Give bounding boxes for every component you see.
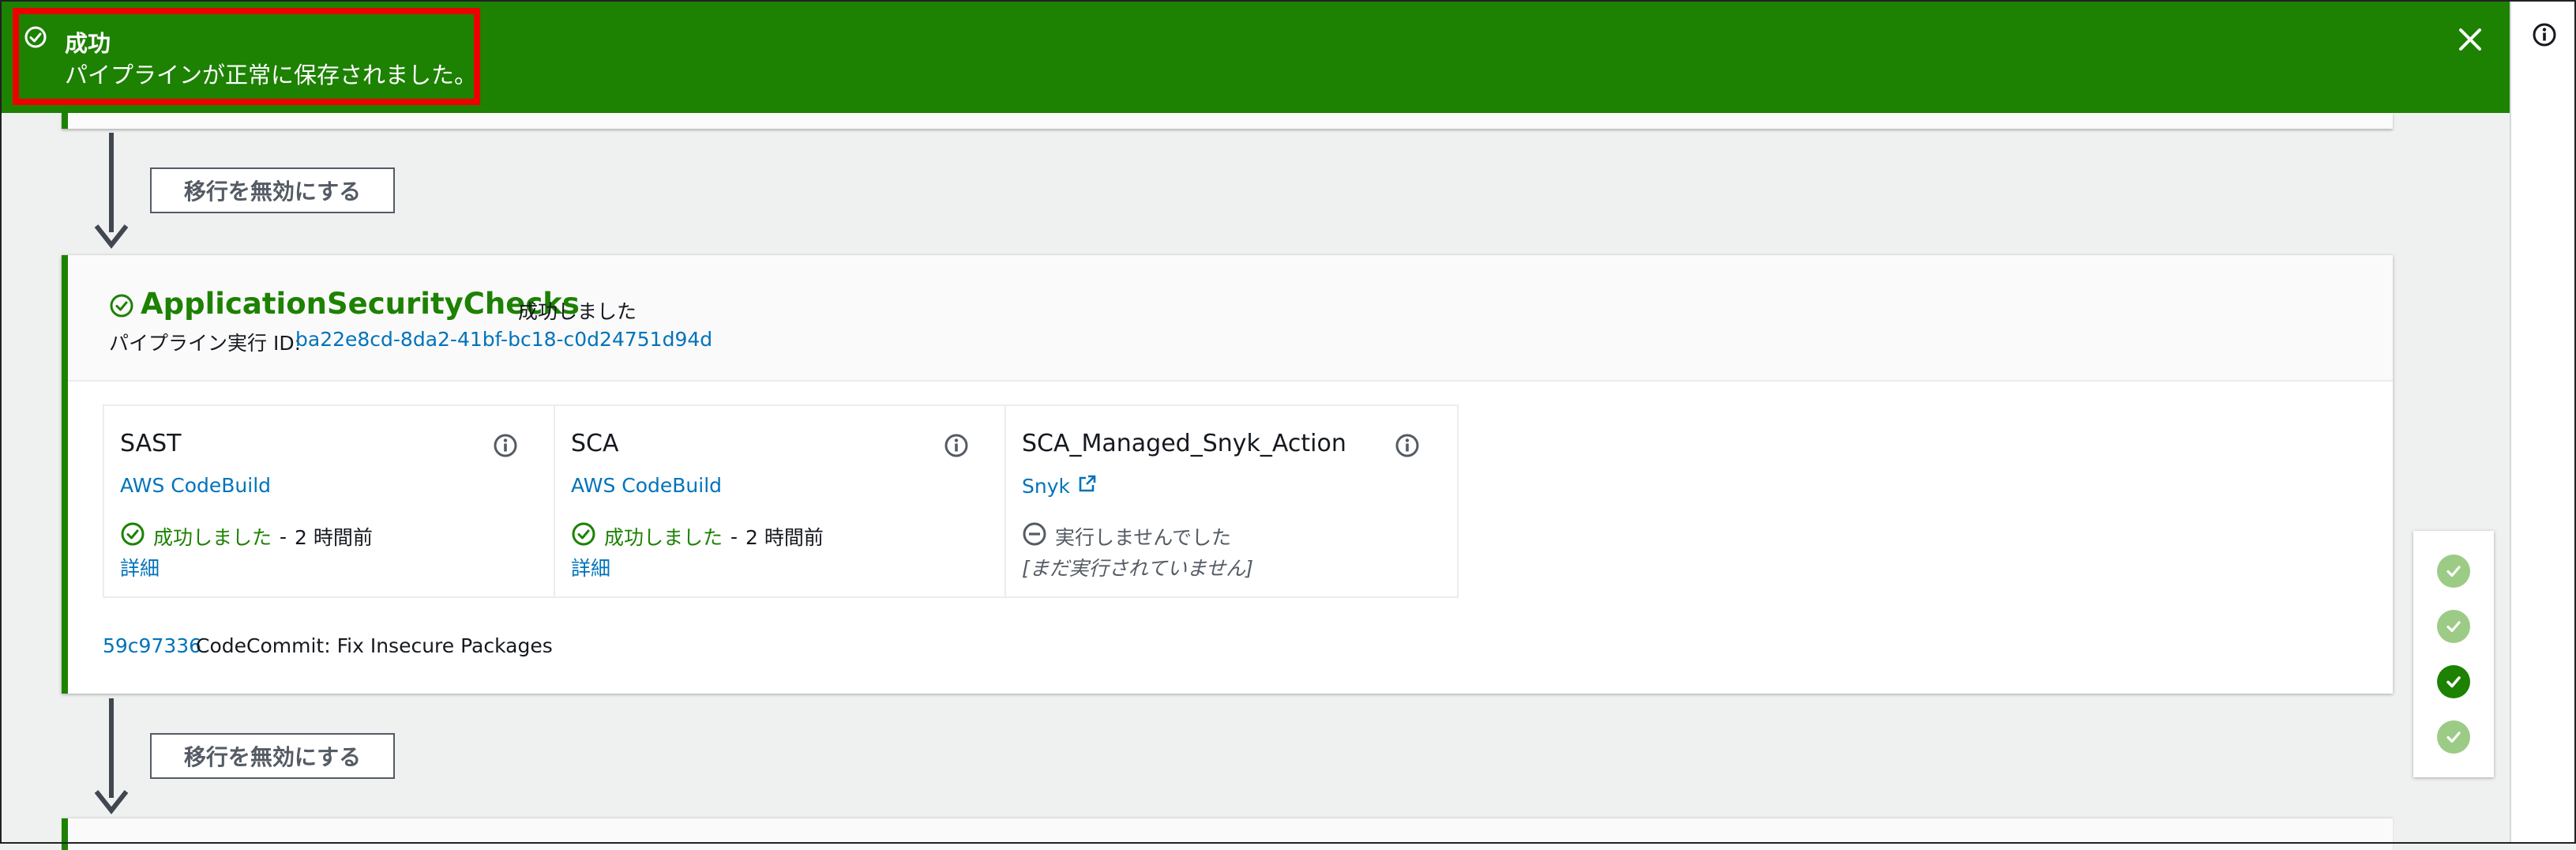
action-status: 実行しませんでした (1022, 521, 1231, 551)
execution-id-link[interactable]: ba22e8cd-8da2-41bf-bc18-c0d24751d94d (295, 328, 712, 351)
help-panel-rail (2510, 0, 2576, 844)
provider-label: Snyk (1022, 474, 1070, 498)
stage-nav-dot[interactable] (2437, 720, 2470, 754)
success-flashbar: 成功 パイプラインが正常に保存されました。 (0, 0, 2510, 113)
disable-transition-button[interactable]: 移行を無効にする (150, 167, 395, 213)
not-run-note: [まだ実行されていません] (1022, 557, 1254, 580)
minus-circle-icon (1022, 521, 1047, 551)
check-icon (2446, 676, 2461, 688)
provider-label: AWS CodeBuild (120, 474, 272, 497)
action-provider-link[interactable]: AWS CodeBuild (571, 474, 722, 497)
next-stage-card (62, 818, 2393, 850)
status-text: 成功しました (604, 526, 723, 549)
status-text: 成功しました (153, 526, 272, 549)
status-time: 2 時間前 (295, 526, 373, 549)
stage-status: 成功しました (518, 300, 637, 323)
stage-navigator (2413, 531, 2494, 777)
transition-arrow (93, 133, 130, 250)
details-link[interactable]: 詳細 (120, 553, 160, 581)
stage-status-bar (62, 255, 68, 694)
action-card-snyk: SCA_Managed_Snyk_Action Snyk 実行しませんでした [… (1006, 406, 1457, 596)
commit-message: CodeCommit: Fix Insecure Packages (196, 634, 553, 657)
status-separator: - (280, 525, 287, 548)
flash-title: 成功 (65, 30, 111, 57)
action-provider-link[interactable]: AWS CodeBuild (120, 474, 271, 497)
action-card-sca: SCA AWS CodeBuild 成功しました - 2 時間前 詳細 (555, 406, 1006, 596)
transition-arrow (93, 698, 130, 815)
check-icon (2446, 621, 2461, 633)
stage-card: ApplicationSecurityChecks 成功しました パイプライン実… (62, 255, 2393, 694)
action-status: 成功しました - 2 時間前 (120, 521, 373, 551)
check-circle-icon (24, 25, 47, 52)
check-icon (2446, 732, 2461, 743)
status-text: 実行しませんでした (1055, 526, 1232, 549)
action-name: SCA (571, 430, 619, 457)
check-circle-icon (120, 521, 145, 551)
action-name: SAST (120, 430, 182, 457)
check-circle-icon (571, 521, 596, 551)
info-icon[interactable] (944, 433, 969, 461)
action-name: SCA_Managed_Snyk_Action (1022, 430, 1346, 457)
check-icon (2446, 566, 2461, 577)
info-icon[interactable] (2532, 22, 2557, 51)
details-link[interactable]: 詳細 (571, 553, 610, 581)
execution-id-label: パイプライン実行 ID: (109, 332, 301, 355)
stage-name: ApplicationSecurityChecks (141, 287, 580, 321)
disable-transition-button[interactable]: 移行を無効にする (150, 733, 395, 779)
check-circle-icon (109, 293, 134, 322)
status-time: 2 時間前 (745, 526, 824, 549)
stage-nav-dot[interactable] (2437, 555, 2470, 588)
action-card-sast: SAST AWS CodeBuild 成功しました - 2 時間前 詳細 (104, 406, 555, 596)
stage-nav-dot-current[interactable] (2437, 665, 2470, 698)
status-separator: - (730, 525, 738, 548)
stage-nav-dot[interactable] (2437, 610, 2470, 643)
info-icon[interactable] (493, 433, 518, 461)
previous-stage-card (62, 113, 2393, 129)
stage-header: ApplicationSecurityChecks 成功しました パイプライン実… (68, 255, 2393, 382)
flash-message: パイプラインが正常に保存されました。 (65, 62, 478, 88)
action-list: SAST AWS CodeBuild 成功しました - 2 時間前 詳細 SCA… (103, 404, 1459, 598)
provider-label: AWS CodeBuild (571, 474, 723, 497)
action-status: 成功しました - 2 時間前 (571, 521, 824, 551)
info-icon[interactable] (1395, 433, 1420, 461)
commit-id-link[interactable]: 59c97336 (103, 634, 201, 657)
close-icon[interactable] (2454, 24, 2486, 55)
external-link-icon (1078, 474, 1097, 498)
action-provider-link[interactable]: Snyk (1022, 474, 1097, 498)
